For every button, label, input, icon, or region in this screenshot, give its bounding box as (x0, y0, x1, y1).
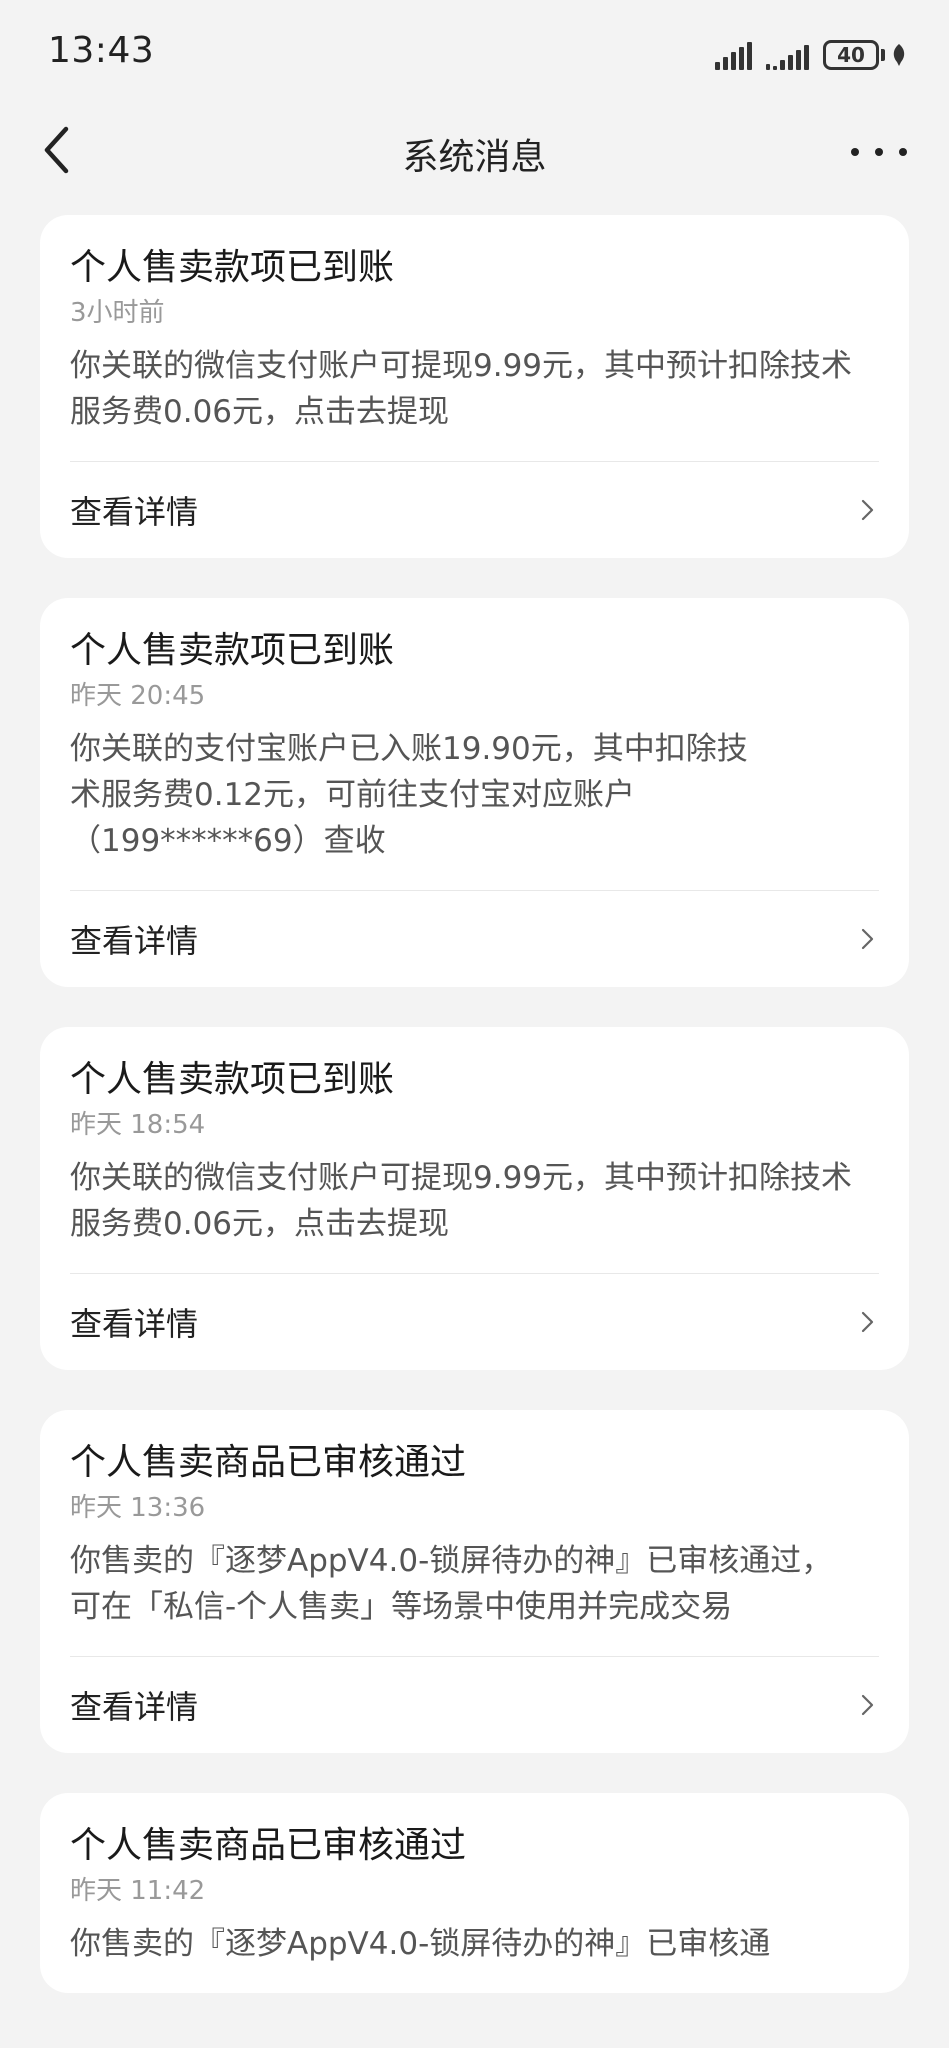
chevron-right-icon (861, 928, 874, 950)
message-body: 你售卖的『逐梦AppV4.0-锁屏待办的神』已审核通过，可在「私信-个人售卖」等… (70, 1543, 833, 1625)
view-details-link[interactable]: 查看详情 (70, 462, 879, 558)
nav-bar: 系统消息 (0, 110, 949, 192)
more-button[interactable] (851, 132, 907, 172)
message-time: 3小时前 (70, 298, 165, 328)
view-details-link[interactable]: 查看详情 (70, 1657, 879, 1753)
signal-icon (715, 42, 752, 70)
status-time: 13:43 (48, 30, 155, 71)
view-details-label: 查看详情 (70, 922, 199, 960)
chevron-right-icon (861, 1694, 874, 1716)
view-details-link[interactable]: 查看详情 (70, 891, 879, 987)
message-title: 个人售卖商品已审核通过 (70, 1825, 467, 1866)
message-body: 你关联的微信支付账户可提现9.99元，其中预计扣除技术服务费0.06元，点击去提… (70, 348, 853, 430)
chevron-right-icon (861, 1311, 874, 1333)
message-card[interactable]: 个人售卖款项已到账 3小时前 你关联的微信支付账户可提现9.99元，其中预计扣除… (40, 215, 909, 558)
message-title: 个人售卖款项已到账 (70, 1059, 395, 1100)
view-details-label: 查看详情 (70, 493, 199, 531)
message-body: 你售卖的『逐梦AppV4.0-锁屏待办的神』已审核通 (70, 1926, 771, 1962)
message-time: 昨天 20:45 (70, 681, 206, 711)
message-card[interactable]: 个人售卖款项已到账 昨天 20:45 你关联的支付宝账户已入账19.90元，其中… (40, 598, 909, 987)
message-title: 个人售卖款项已到账 (70, 247, 395, 288)
battery-icon: 40 (823, 40, 907, 70)
message-card[interactable]: 个人售卖商品已审核通过 昨天 13:36 你售卖的『逐梦AppV4.0-锁屏待办… (40, 1410, 909, 1753)
status-bar: 13:43 40 (0, 0, 949, 110)
message-time: 昨天 18:54 (70, 1110, 206, 1140)
more-icon (851, 148, 859, 156)
message-card[interactable]: 个人售卖商品已审核通过 昨天 11:42 你售卖的『逐梦AppV4.0-锁屏待办… (40, 1793, 909, 1993)
battery-level: 40 (823, 40, 879, 70)
page-title: 系统消息 (402, 137, 547, 178)
status-icons: 40 (715, 38, 907, 70)
view-details-label: 查看详情 (70, 1688, 199, 1726)
signal-2-icon (766, 42, 809, 70)
message-time: 昨天 13:36 (70, 1493, 206, 1523)
power-saving-leaf-icon (893, 44, 905, 66)
message-time: 昨天 11:42 (70, 1876, 206, 1906)
chevron-right-icon (861, 499, 874, 521)
message-card[interactable]: 个人售卖款项已到账 昨天 18:54 你关联的微信支付账户可提现9.99元，其中… (40, 1027, 909, 1370)
message-title: 个人售卖款项已到账 (70, 630, 395, 671)
message-body: 你关联的微信支付账户可提现9.99元，其中预计扣除技术服务费0.06元，点击去提… (70, 1160, 853, 1242)
message-title: 个人售卖商品已审核通过 (70, 1442, 467, 1483)
view-details-label: 查看详情 (70, 1305, 199, 1343)
message-body: 你关联的支付宝账户已入账19.90元，其中扣除技术服务费0.12元，可前往支付宝… (70, 731, 748, 859)
message-list: 个人售卖款项已到账 3小时前 你关联的微信支付账户可提现9.99元，其中预计扣除… (40, 215, 909, 2033)
view-details-link[interactable]: 查看详情 (70, 1274, 879, 1370)
